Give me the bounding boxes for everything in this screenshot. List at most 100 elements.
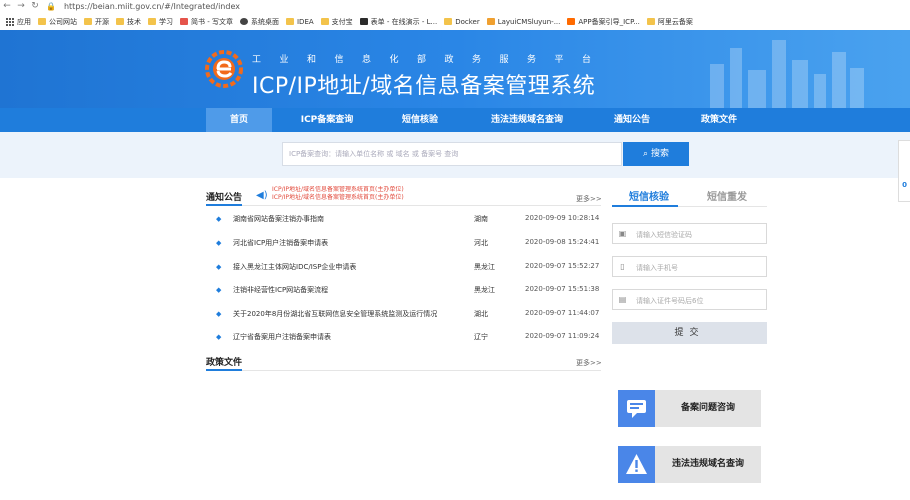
- notice-title[interactable]: 辽宁省备案用户注销备案申请表: [233, 332, 331, 342]
- id-card-icon: ▤: [618, 295, 627, 304]
- notice-row[interactable]: ◆ 关于2020年8月份湖北省互联网信息安全管理系统监测及运行情况 湖北 2020-0…: [206, 309, 602, 323]
- search-button[interactable]: ⌕ 搜索: [623, 142, 689, 166]
- bookmark-label: IDEA: [296, 17, 314, 26]
- policy-more-link[interactable]: 更多>>: [576, 358, 602, 368]
- forward-icon[interactable]: →: [14, 1, 28, 11]
- sms-tabs: 短信核验 短信重发: [612, 186, 767, 206]
- divider: [206, 205, 601, 206]
- field-placeholder: 请输入手机号: [636, 264, 678, 272]
- notice-date: 2020-09-07 11:09:24: [525, 332, 600, 340]
- bookmark-label: 支付宝: [331, 17, 353, 26]
- field-placeholder: 请输入短信验证码: [636, 231, 692, 239]
- bookmark-label: 学习: [159, 17, 173, 26]
- layui-cms-icon: [486, 18, 495, 25]
- bookmark-item[interactable]: 简书 - 写文章: [180, 17, 233, 27]
- bookmark-item[interactable]: 系统桌面: [239, 17, 279, 27]
- address-bar[interactable]: ← → ↻ 🔒 https://beian.miit.gov.cn/#/Inte…: [0, 0, 910, 12]
- site-banner: 工业和信息化部政务服务平台 ICP/IP地址/域名信息备案管理系统: [0, 30, 910, 108]
- system-icon: [239, 18, 248, 25]
- notice-title[interactable]: 河北省ICP用户注销备案申请表: [233, 238, 328, 248]
- consult-card[interactable]: 备案问题咨询: [618, 390, 761, 427]
- notices-heading: 通知公告: [206, 193, 243, 203]
- notice-date: 2020-09-07 15:51:38: [525, 285, 600, 293]
- notice-ticker[interactable]: ICP/IP地址/域名信息备案管理系统首页(主办单位) ICP/IP地址/域名信…: [272, 186, 452, 203]
- nav-icp-query[interactable]: ICP备案查询: [282, 108, 372, 132]
- miit-logo-icon: [205, 50, 243, 88]
- layui-icon: [359, 18, 368, 25]
- notice-row[interactable]: ◆ 辽宁省备案用户注销备案申请表 辽宁 2020-09-07 11:09:24: [206, 332, 602, 346]
- bookmark-item[interactable]: 技术: [116, 17, 141, 27]
- bookmark-item[interactable]: LayuiCMSluyun-...: [486, 18, 560, 26]
- bullet-icon: ◆: [216, 310, 222, 318]
- bookmarks-bar: 应用 公司网站 开源 技术 学习 简书 - 写文章 系统桌面 IDEA 支付宝 …: [0, 15, 910, 28]
- sms-code-field[interactable]: ▣ 请输入短信验证码: [612, 223, 767, 244]
- divider: [206, 370, 601, 371]
- skyline-decoration: [710, 40, 864, 108]
- ministry-subtitle: 工业和信息化部政务服务平台: [252, 55, 610, 65]
- notice-title[interactable]: 接入黑龙江主体网站IDC/ISP企业申请表: [233, 262, 356, 272]
- bookmark-item[interactable]: Docker: [444, 18, 480, 26]
- app-icon: [567, 18, 576, 25]
- heading-underline: [206, 369, 242, 371]
- bookmark-item[interactable]: 支付宝: [320, 17, 353, 27]
- jianshu-icon: [180, 18, 188, 25]
- bookmark-item[interactable]: 开源: [84, 17, 109, 27]
- notice-date: 2020-09-07 11:44:07: [525, 309, 600, 317]
- bookmark-label: Docker: [455, 17, 480, 26]
- notice-title[interactable]: 湖南省网站备案注销办事指南: [233, 214, 324, 224]
- tab-sms-resend[interactable]: 短信重发: [707, 188, 747, 203]
- phone-field[interactable]: ▯ 请输入手机号: [612, 256, 767, 277]
- tab-sms-verify[interactable]: 短信核验: [629, 188, 669, 203]
- folder-icon: [285, 18, 294, 25]
- icp-search-input[interactable]: ICP备案查询：请输入单位名称 或 域名 或 备案号 查询: [282, 142, 622, 166]
- notices-more-link[interactable]: 更多>>: [576, 194, 602, 204]
- bookmark-item[interactable]: 应用: [17, 17, 31, 27]
- field-placeholder: 请输入证件号码后6位: [636, 297, 704, 305]
- submit-button[interactable]: 提交: [612, 322, 767, 344]
- nav-home[interactable]: 首页: [206, 108, 272, 132]
- notice-title[interactable]: 关于2020年8月份湖北省互联网信息安全管理系统监测及运行情况: [233, 309, 437, 319]
- notice-date: 2020-09-07 15:52:27: [525, 262, 600, 270]
- search-icon: ⌕: [643, 149, 651, 159]
- notice-row[interactable]: ◆ 河北省ICP用户注销备案申请表 河北 2020-09-08 15:24:41: [206, 238, 602, 252]
- notice-province: 辽宁: [474, 333, 488, 341]
- bookmark-label: 公司网站: [49, 17, 77, 26]
- bookmark-item[interactable]: 表单 - 在线演示 - L...: [359, 17, 437, 27]
- tab-underline: [612, 205, 678, 207]
- folder-icon: [84, 18, 92, 25]
- notice-date: 2020-09-09 10:28:14: [525, 214, 600, 222]
- back-icon[interactable]: ←: [0, 1, 14, 11]
- folder-icon: [320, 18, 329, 25]
- notice-row[interactable]: ◆ 接入黑龙江主体网站IDC/ISP企业申请表 黑龙江 2020-09-07 15:5…: [206, 262, 602, 276]
- nav-notices[interactable]: 通知公告: [597, 108, 667, 132]
- notice-title[interactable]: 注销非经营性ICP网站备案流程: [233, 285, 328, 295]
- bookmark-label: 开源: [95, 17, 109, 26]
- bookmark-item[interactable]: 公司网站: [38, 17, 77, 27]
- notice-province: 黑龙江: [474, 263, 495, 271]
- notice-province: 黑龙江: [474, 286, 495, 294]
- nav-policy[interactable]: 政策文件: [684, 108, 754, 132]
- illegal-domain-card[interactable]: 违法违规域名查询: [618, 446, 761, 483]
- bookmark-item[interactable]: 阿里云备案: [646, 17, 693, 27]
- bookmark-item[interactable]: 学习: [148, 17, 173, 27]
- bookmark-label: 简书 - 写文章: [191, 17, 233, 26]
- apps-icon[interactable]: [6, 17, 14, 26]
- policy-heading: 政策文件: [206, 358, 243, 368]
- id-number-field[interactable]: ▤ 请输入证件号码后6位: [612, 289, 767, 310]
- nav-sms-verify[interactable]: 短信核验: [385, 108, 455, 132]
- notice-row[interactable]: ◆ 注销非经营性ICP网站备案流程 黑龙江 2020-09-07 15:51:38: [206, 285, 602, 299]
- ticker-line: ICP/IP地址/域名信息备案管理系统首页(主办单位): [272, 194, 404, 201]
- url-text[interactable]: https://beian.miit.gov.cn/#/Integrated/i…: [64, 2, 240, 11]
- sms-icon: ▣: [618, 229, 627, 238]
- bullet-icon: ◆: [216, 215, 222, 223]
- side-float-tab[interactable]: 0: [898, 140, 910, 202]
- bookmark-label: 阿里云备案: [657, 17, 693, 26]
- card-label: 违法违规域名查询: [671, 459, 744, 469]
- reload-icon[interactable]: ↻: [28, 1, 42, 11]
- notice-row[interactable]: ◆ 湖南省网站备案注销办事指南 湖南 2020-09-09 10:28:14: [206, 214, 602, 228]
- folder-icon: [148, 18, 156, 25]
- bookmark-item[interactable]: APP备案引导_ICP...: [567, 17, 640, 27]
- nav-illegal-domain[interactable]: 违法违规域名查询: [474, 108, 580, 132]
- bookmark-item[interactable]: IDEA: [285, 17, 314, 26]
- bookmark-label: APP备案引导_ICP...: [578, 17, 640, 26]
